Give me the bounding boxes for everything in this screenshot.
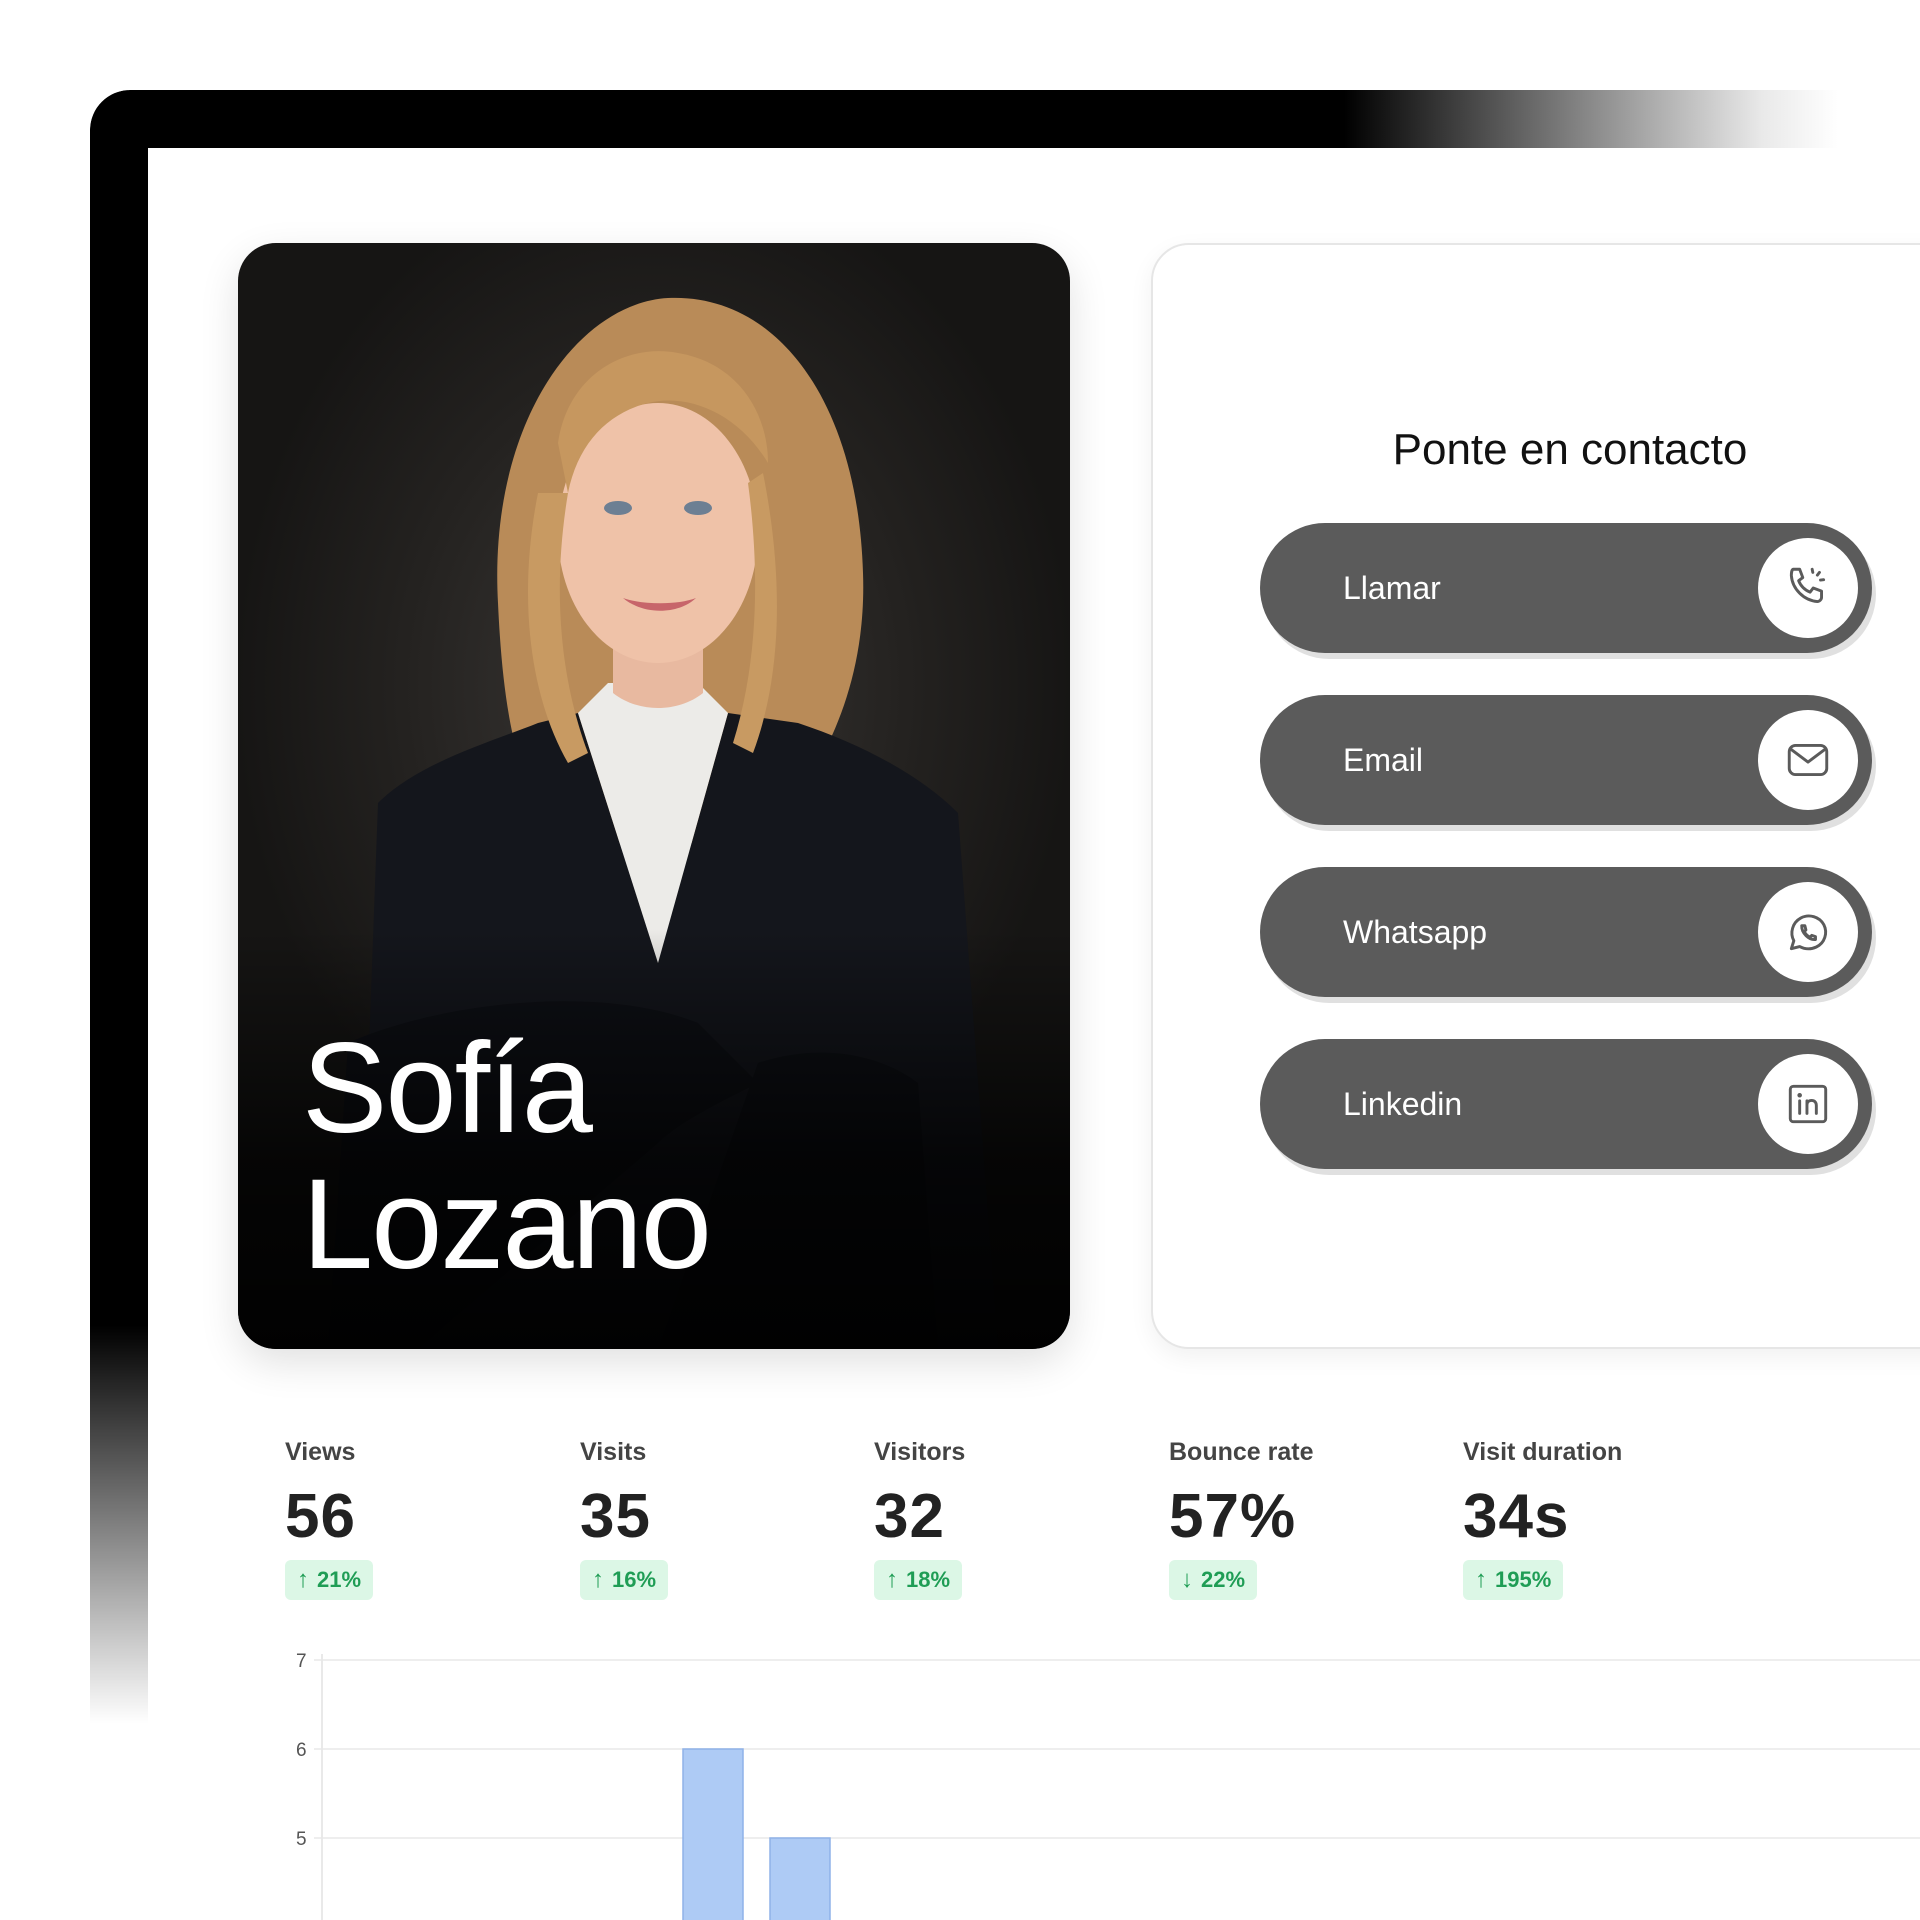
chart-y-tick-label: 6: [296, 1740, 307, 1761]
chart-y-tick-label: 7: [296, 1651, 307, 1672]
mail-icon: [1758, 710, 1858, 810]
stat-change: 22%: [1201, 1567, 1246, 1592]
call-button[interactable]: Llamar: [1260, 523, 1872, 653]
stat-change: 18%: [906, 1567, 951, 1592]
stat-label: Visit duration: [1463, 1438, 1623, 1466]
stat-change-badge: ↑ 21%: [285, 1560, 374, 1600]
stat-value: 32: [874, 1482, 945, 1551]
chart-bar[interactable]: [769, 1837, 831, 1920]
linkedin-button[interactable]: Linkedin: [1260, 1039, 1872, 1169]
stat-value: 56: [285, 1482, 356, 1551]
contact-title: Ponte en contacto: [1392, 425, 1748, 474]
email-button-label: Email: [1343, 741, 1424, 778]
visits-bar-chart: 7 6 5: [296, 1651, 1920, 1920]
stat-change-badge: ↑ 16%: [580, 1560, 669, 1600]
stat-visit-duration[interactable]: Visit duration 34s ↑ 195%: [1463, 1438, 1622, 1600]
arrow-up-icon: ↑: [297, 1566, 309, 1593]
stat-change: 21%: [317, 1567, 362, 1592]
stat-visitors[interactable]: Visitors 32 ↑ 18%: [874, 1438, 965, 1600]
profile-name: Sofía Lozano: [302, 1017, 712, 1296]
stat-value: 57%: [1169, 1482, 1297, 1551]
stat-label: Views: [285, 1438, 356, 1466]
stat-change-badge: ↓ 22%: [1169, 1560, 1258, 1600]
stat-bounce-rate[interactable]: Bounce rate 57% ↓ 22%: [1169, 1438, 1313, 1600]
stat-label: Bounce rate: [1169, 1438, 1314, 1466]
stat-change: 16%: [612, 1567, 657, 1592]
stat-change: 195%: [1495, 1567, 1552, 1592]
stat-value: 35: [580, 1482, 651, 1551]
stat-value: 34s: [1463, 1482, 1570, 1551]
whatsapp-button[interactable]: Whatsapp: [1260, 867, 1872, 997]
profile-last-name: Lozano: [302, 1153, 712, 1296]
stat-label: Visits: [580, 1438, 647, 1466]
linkedin-button-label: Linkedin: [1343, 1085, 1463, 1122]
whatsapp-button-label: Whatsapp: [1343, 913, 1488, 950]
stat-visits[interactable]: Visits 35 ↑ 16%: [580, 1438, 669, 1600]
arrow-down-icon: ↓: [1181, 1566, 1193, 1593]
call-button-label: Llamar: [1343, 569, 1441, 606]
arrow-up-icon: ↑: [886, 1566, 898, 1593]
chart-bar[interactable]: [682, 1748, 744, 1920]
arrow-up-icon: ↑: [1475, 1566, 1487, 1593]
profile-card: Sofía Lozano: [238, 243, 1070, 1349]
linkedin-icon: [1758, 1054, 1858, 1154]
email-button[interactable]: Email: [1260, 695, 1872, 825]
arrow-up-icon: ↑: [592, 1566, 604, 1593]
phone-icon: [1758, 538, 1858, 638]
stat-change-badge: ↑ 195%: [1463, 1560, 1564, 1600]
stat-change-badge: ↑ 18%: [874, 1560, 963, 1600]
whatsapp-icon: [1758, 882, 1858, 982]
profile-first-name: Sofía: [302, 1017, 593, 1160]
chart-y-tick-label: 5: [296, 1829, 307, 1850]
stat-views[interactable]: Views 56 ↑ 21%: [285, 1438, 374, 1600]
stat-label: Visitors: [874, 1438, 966, 1466]
